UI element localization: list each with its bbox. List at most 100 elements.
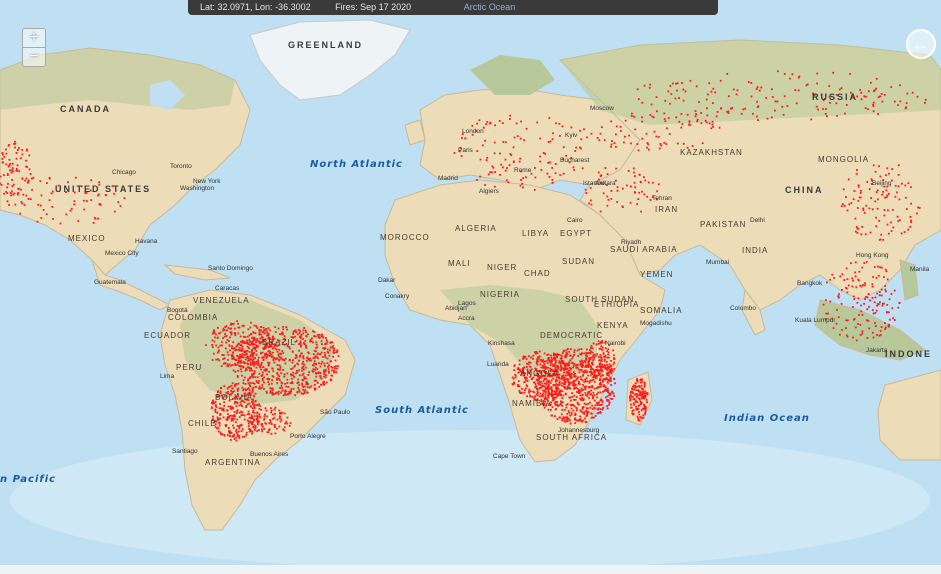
fire-dot [323, 364, 326, 367]
fire-dot [615, 133, 617, 136]
fire-dot [916, 95, 919, 98]
map-status-bar: Lat: 32.0971, Lon: -36.3002 Fires: Sep 1… [188, 0, 718, 15]
city-washington: Washington [180, 185, 214, 192]
fire-dot [841, 289, 843, 291]
fire-dot [875, 87, 877, 90]
fire-dot [476, 122, 478, 125]
fire-dot [539, 363, 542, 366]
fire-dot [641, 116, 643, 119]
fire-dot [226, 365, 229, 368]
fire-dot [297, 386, 300, 389]
fire-dot [596, 396, 598, 399]
fire-dot [518, 359, 521, 362]
fire-dot [589, 401, 591, 404]
fire-dot [561, 360, 564, 363]
fire-dot [877, 113, 879, 115]
fire-dot [567, 380, 569, 383]
fire-dot [586, 407, 588, 409]
fire-dot [244, 383, 247, 385]
fire-dot [29, 173, 32, 175]
fire-dot [302, 342, 305, 344]
fire-dot [584, 387, 587, 390]
fire-dot [631, 388, 634, 391]
zoom-in-button[interactable]: + [23, 29, 45, 47]
fire-dot [850, 262, 852, 265]
fire-dot [607, 198, 610, 201]
fire-dot [612, 349, 614, 352]
fire-dot [644, 395, 647, 397]
fire-dot [295, 339, 298, 342]
fire-dot [586, 395, 589, 397]
fire-dot [608, 363, 611, 366]
fire-dot [846, 209, 849, 212]
label-egypt: EGYPT [560, 229, 592, 238]
zoom-out-button[interactable]: − [23, 47, 45, 66]
fire-dot [310, 385, 313, 388]
fire-dot [302, 329, 305, 332]
fire-dot [900, 182, 903, 185]
fire-dot [641, 378, 644, 381]
fire-dot [281, 350, 284, 352]
fire-dot [299, 340, 302, 343]
fire-dot [232, 369, 235, 372]
fire-dot [292, 371, 295, 374]
fire-dot [829, 300, 832, 303]
map-viewer[interactable]: North Atlantic South Atlantic Indian Oce… [0, 0, 941, 574]
fire-dot [541, 395, 544, 397]
fire-dot [825, 108, 827, 110]
fire-dot [337, 355, 340, 357]
back-arrow-icon[interactable]: ← [906, 29, 936, 59]
fire-dot [5, 163, 8, 166]
city-santiago: Santiago [172, 448, 198, 455]
fire-dot [533, 381, 536, 384]
fire-dot [247, 359, 250, 362]
fire-dot [736, 89, 739, 92]
fire-dot [6, 200, 9, 203]
fire-dot [875, 309, 878, 312]
fire-dot [732, 88, 735, 91]
fire-dot [857, 185, 860, 188]
fire-dot [606, 356, 609, 359]
fire-dot [244, 351, 247, 354]
fire-dot [326, 362, 329, 364]
fire-dot [593, 387, 596, 390]
fire-dot [253, 324, 256, 327]
label-south-africa: SOUTH AFRICA [536, 433, 607, 442]
fire-dot [681, 82, 683, 84]
fire-dot [253, 372, 256, 375]
city-conakry: Conakry [385, 293, 410, 300]
fire-dot [252, 331, 255, 334]
fire-dot [511, 383, 514, 385]
fire-dot [608, 356, 610, 359]
fire-dot [270, 423, 273, 425]
world-map[interactable]: North Atlantic South Atlantic Indian Oce… [0, 0, 941, 574]
fire-dot [861, 226, 863, 228]
fire-dot [631, 396, 634, 398]
fire-dot [876, 304, 878, 307]
fire-dot [538, 357, 540, 360]
fire-dot [865, 319, 868, 322]
fire-dot [637, 397, 640, 400]
fire-dot [580, 387, 583, 390]
fire-dot [297, 378, 299, 381]
fire-dot [597, 374, 600, 376]
fire-dot [245, 434, 248, 436]
fire-dot [567, 410, 570, 412]
fire-dot [275, 348, 278, 351]
fire-dot [590, 389, 593, 392]
fire-dot [254, 427, 257, 429]
fire-dot [562, 416, 565, 418]
fire-dot [564, 378, 566, 381]
fire-dot [273, 361, 276, 364]
fire-dot [815, 105, 818, 108]
fire-dot [540, 169, 543, 171]
fire-dot [565, 420, 568, 423]
fire-dot [283, 426, 286, 429]
fire-dot [900, 232, 903, 235]
fire-dot [606, 204, 609, 207]
fire-dot [829, 101, 831, 104]
fire-dot [572, 166, 575, 169]
fire-dot [845, 334, 848, 337]
fire-dot [476, 179, 478, 181]
fire-dot [222, 327, 225, 330]
